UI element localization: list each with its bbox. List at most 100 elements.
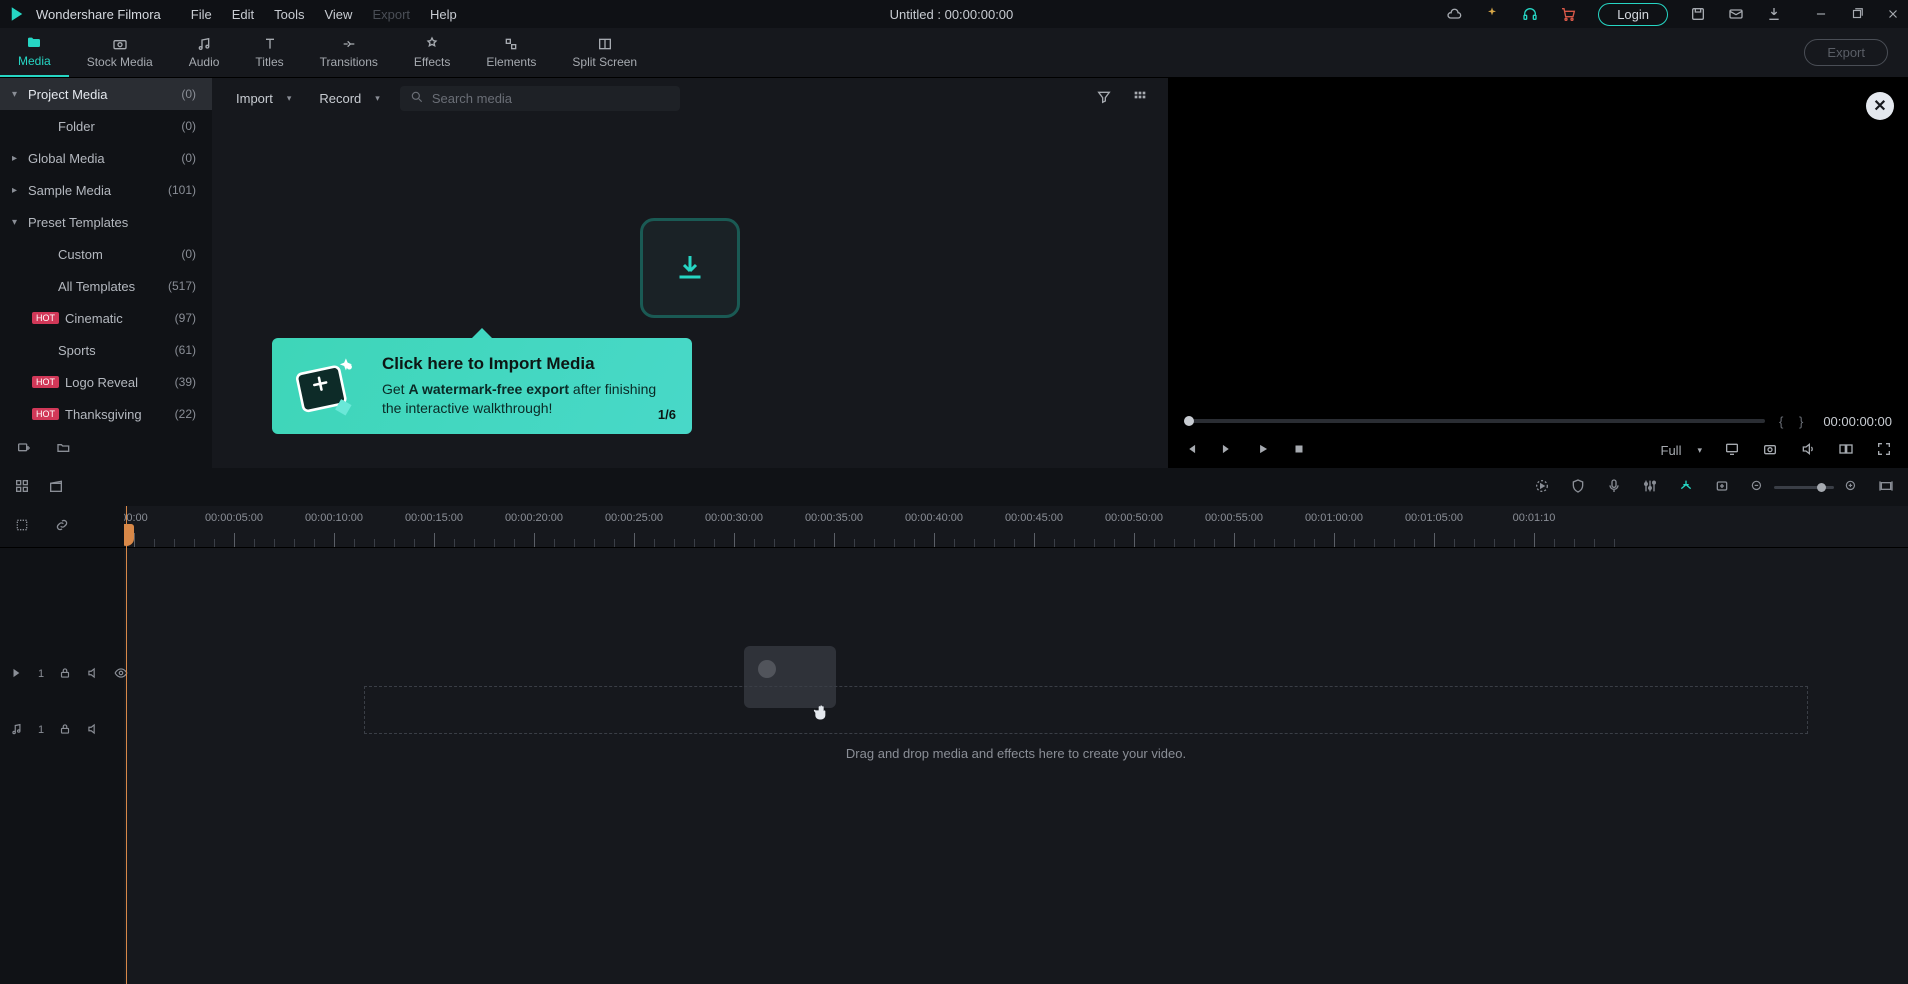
seek-slider[interactable] bbox=[1184, 419, 1765, 423]
new-folder-icon[interactable] bbox=[56, 440, 72, 459]
voiceover-mic-icon[interactable] bbox=[1606, 478, 1622, 497]
tab-split-screen[interactable]: Split Screen bbox=[554, 28, 655, 77]
tab-stock-media[interactable]: Stock Media bbox=[69, 28, 171, 77]
audio-mixer-icon[interactable] bbox=[1642, 478, 1658, 497]
tab-elements[interactable]: Elements bbox=[468, 28, 554, 77]
ruler-tick-label: 00:00:30:00 bbox=[705, 512, 763, 524]
tooltip-body: Get A watermark-free export after finish… bbox=[382, 380, 674, 418]
magnet-snap-icon[interactable] bbox=[1678, 478, 1694, 497]
sidebar-item-global-media[interactable]: ▸ Global Media (0) bbox=[0, 142, 212, 174]
volume-icon[interactable] bbox=[1800, 441, 1816, 460]
sidebar-item-all-templates[interactable]: All Templates (517) bbox=[0, 270, 212, 302]
sidebar-item-project-media[interactable]: ▾ Project Media (0) bbox=[0, 78, 212, 110]
layout-icon[interactable] bbox=[14, 478, 30, 497]
playhead[interactable] bbox=[126, 506, 127, 984]
menu-view[interactable]: View bbox=[324, 7, 352, 22]
marker-shield-icon[interactable] bbox=[1570, 478, 1586, 497]
step-forward-icon[interactable] bbox=[1220, 442, 1234, 459]
link-icon[interactable] bbox=[54, 517, 70, 536]
lock-icon[interactable] bbox=[58, 722, 72, 739]
quality-dropdown[interactable]: Full ▾ bbox=[1661, 443, 1702, 458]
stop-icon[interactable] bbox=[1292, 442, 1306, 459]
cloud-icon[interactable] bbox=[1446, 6, 1462, 22]
login-button[interactable]: Login bbox=[1598, 3, 1668, 26]
timeline-ruler[interactable]: 00:0000:00:05:0000:00:10:0000:00:15:0000… bbox=[124, 506, 1908, 548]
headphones-icon[interactable] bbox=[1522, 6, 1538, 22]
cart-icon[interactable] bbox=[1560, 6, 1576, 22]
sidebar-item-logo-reveal[interactable]: HOT Logo Reveal (39) bbox=[0, 366, 212, 398]
search-media[interactable] bbox=[400, 86, 680, 111]
sidebar-item-count: (0) bbox=[181, 151, 196, 165]
chevron-down-icon: ▾ bbox=[12, 217, 17, 228]
mute-icon[interactable] bbox=[86, 722, 100, 739]
export-button[interactable]: Export bbox=[1804, 39, 1888, 66]
zoom-out-icon[interactable] bbox=[1750, 479, 1764, 496]
sidebar-item-count: (22) bbox=[175, 407, 196, 421]
fullscreen-icon[interactable] bbox=[1876, 441, 1892, 460]
music-icon bbox=[196, 36, 212, 52]
chevron-down-icon: ▾ bbox=[1697, 445, 1702, 456]
menu-file[interactable]: File bbox=[191, 7, 212, 22]
play-icon[interactable] bbox=[1256, 442, 1270, 459]
grid-view-icon[interactable] bbox=[1128, 85, 1152, 112]
media-sidebar: ▾ Project Media (0) Folder (0) ▸ Global … bbox=[0, 78, 212, 468]
tab-audio[interactable]: Audio bbox=[171, 28, 238, 77]
sidebar-item-custom[interactable]: Custom (0) bbox=[0, 238, 212, 270]
search-input[interactable] bbox=[432, 91, 670, 106]
add-bin-icon[interactable] bbox=[16, 440, 32, 459]
ruler-tick-label: 00:00:40:00 bbox=[905, 512, 963, 524]
add-marker-icon[interactable] bbox=[1714, 478, 1730, 497]
import-media-box[interactable] bbox=[640, 218, 740, 318]
sidebar-item-sample-media[interactable]: ▸ Sample Media (101) bbox=[0, 174, 212, 206]
sidebar-item-thanksgiving[interactable]: HOT Thanksgiving (22) bbox=[0, 398, 212, 430]
close-icon[interactable]: ✕ bbox=[1866, 92, 1894, 120]
mute-icon[interactable] bbox=[86, 666, 100, 683]
zoom-in-icon[interactable] bbox=[1844, 479, 1858, 496]
clapperboard-icon[interactable] bbox=[48, 478, 64, 497]
prev-frame-icon[interactable] bbox=[1184, 442, 1198, 459]
ruler-tick-label: 00:00:35:00 bbox=[805, 512, 863, 524]
render-icon[interactable] bbox=[1534, 478, 1550, 497]
tab-audio-label: Audio bbox=[189, 55, 220, 69]
zoom-slider[interactable] bbox=[1774, 486, 1834, 489]
fit-timeline-icon[interactable] bbox=[1878, 478, 1894, 497]
sidebar-item-label: Thanksgiving bbox=[65, 407, 175, 422]
tab-effects[interactable]: Effects bbox=[396, 28, 468, 77]
tab-transitions[interactable]: Transitions bbox=[302, 28, 396, 77]
sidebar-item-label: Global Media bbox=[28, 151, 181, 166]
mail-icon[interactable] bbox=[1728, 6, 1744, 22]
sidebar-item-preset-templates[interactable]: ▾ Preset Templates bbox=[0, 206, 212, 238]
elements-icon bbox=[503, 36, 519, 52]
save-icon[interactable] bbox=[1690, 6, 1706, 22]
ruler-tick-label: 00:00:45:00 bbox=[1005, 512, 1063, 524]
close-window-icon[interactable] bbox=[1886, 7, 1900, 21]
menu-tools[interactable]: Tools bbox=[274, 7, 304, 22]
sidebar-item-count: (101) bbox=[168, 183, 196, 197]
display-icon[interactable] bbox=[1724, 441, 1740, 460]
menu-edit[interactable]: Edit bbox=[232, 7, 254, 22]
menu-help[interactable]: Help bbox=[430, 7, 457, 22]
tab-split-label: Split Screen bbox=[572, 55, 637, 69]
sidebar-item-cinematic[interactable]: HOT Cinematic (97) bbox=[0, 302, 212, 334]
sidebar-item-folder[interactable]: Folder (0) bbox=[0, 110, 212, 142]
maximize-icon[interactable] bbox=[1850, 7, 1864, 21]
timeline-drop-zone[interactable] bbox=[364, 686, 1808, 734]
tab-media[interactable]: Media bbox=[0, 28, 69, 77]
tab-titles[interactable]: Titles bbox=[237, 28, 301, 77]
audio-track-head: 1 bbox=[0, 702, 124, 758]
compare-icon[interactable] bbox=[1838, 441, 1854, 460]
filter-icon[interactable] bbox=[1092, 85, 1116, 112]
minimize-icon[interactable] bbox=[1814, 7, 1828, 21]
select-icon[interactable] bbox=[14, 517, 30, 536]
sparkle-icon[interactable] bbox=[1484, 6, 1500, 22]
import-dropdown[interactable]: Import ▾ bbox=[228, 87, 299, 110]
sidebar-item-label: All Templates bbox=[58, 279, 168, 294]
preview-panel: ✕ { } 00:00:00:00 Full ▾ bbox=[1168, 78, 1908, 468]
lock-icon[interactable] bbox=[58, 666, 72, 683]
record-dropdown[interactable]: Record ▾ bbox=[311, 87, 387, 110]
sidebar-item-sports[interactable]: Sports (61) bbox=[0, 334, 212, 366]
download-icon[interactable] bbox=[1766, 6, 1782, 22]
bracket-icons[interactable]: { } bbox=[1779, 414, 1809, 429]
snapshot-icon[interactable] bbox=[1762, 441, 1778, 460]
video-track-index: 1 bbox=[38, 668, 44, 680]
